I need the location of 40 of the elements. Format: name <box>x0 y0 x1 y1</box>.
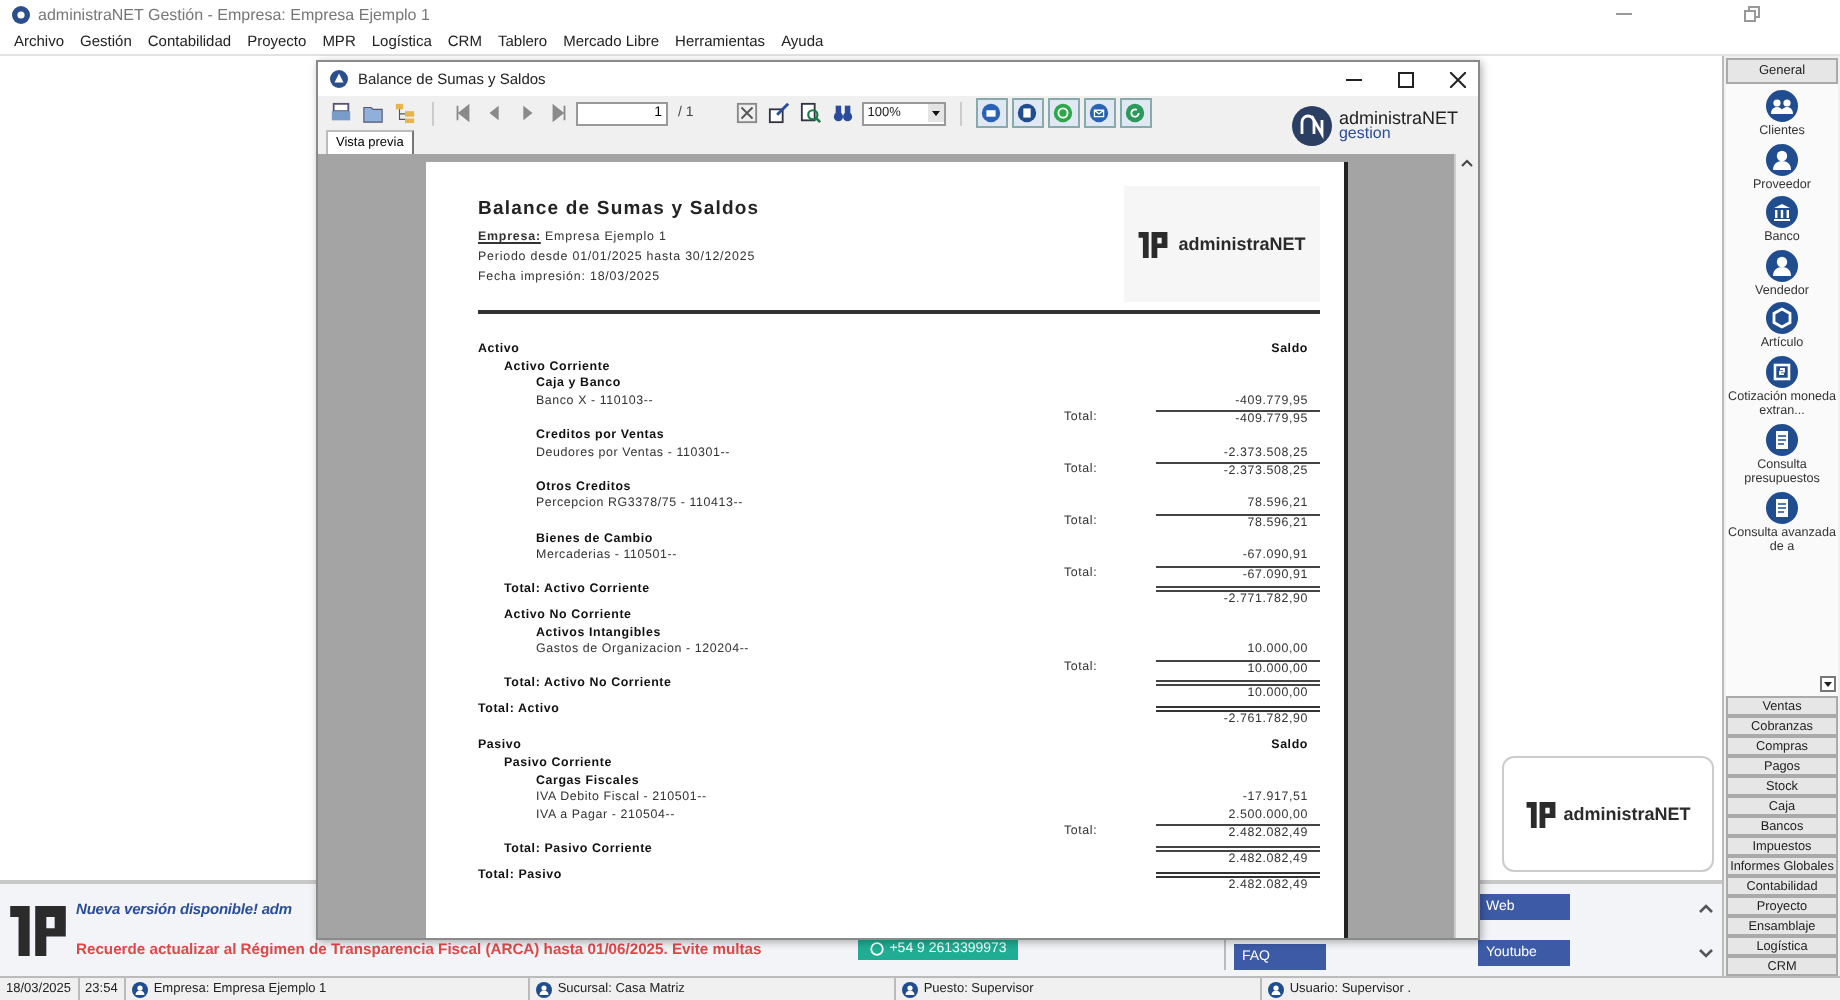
logo-text: administraNET <box>1338 109 1458 125</box>
logo-text: administraNET <box>1563 804 1691 824</box>
close-preview-icon[interactable] <box>733 99 762 127</box>
close-icon[interactable] <box>1450 71 1466 87</box>
report-title: Balance de Sumas y Saldos <box>478 198 760 220</box>
box-icon <box>1766 302 1798 334</box>
page-search-icon[interactable] <box>797 99 826 127</box>
app-logo-icon <box>12 5 30 23</box>
person-icon <box>1267 981 1284 997</box>
logo-text: administraNET <box>1178 234 1306 254</box>
people-icon <box>1766 90 1798 122</box>
app-logo-icon <box>330 70 348 88</box>
edit-icon[interactable] <box>765 99 794 127</box>
person-icon <box>1766 249 1798 281</box>
banknote-icon <box>1766 355 1798 387</box>
email-icon[interactable] <box>975 98 1008 128</box>
scroll-up-icon[interactable] <box>1460 158 1474 168</box>
document-icon[interactable] <box>1011 98 1044 128</box>
mail-icon[interactable] <box>1083 98 1116 128</box>
document-icon <box>1766 423 1798 455</box>
scroll-down-icon[interactable] <box>1698 947 1714 959</box>
logo-mark-icon <box>10 905 66 955</box>
person-icon <box>901 981 918 997</box>
scroll-down-button[interactable] <box>1820 676 1836 692</box>
scroll-up-icon[interactable] <box>1698 901 1714 913</box>
document-icon <box>1766 491 1798 523</box>
logo-mark-icon <box>1525 801 1556 827</box>
restore-icon[interactable] <box>1744 6 1760 22</box>
logo-mark-icon <box>1292 105 1333 145</box>
tree-icon[interactable] <box>390 99 418 127</box>
vertical-scrollbar[interactable] <box>1454 154 1478 938</box>
window-title: administraNET Gestión - Empresa: Empresa Ejemplo 1 <box>38 5 430 23</box>
maximize-icon[interactable] <box>1398 71 1414 87</box>
person-icon <box>535 981 552 997</box>
logo-mark-icon <box>1138 231 1169 257</box>
person-icon <box>131 981 148 997</box>
logo-subtitle: gestion <box>1338 125 1391 141</box>
person-icon <box>1766 143 1798 175</box>
refresh-icon[interactable] <box>1119 98 1152 128</box>
bank-icon <box>1766 196 1798 228</box>
